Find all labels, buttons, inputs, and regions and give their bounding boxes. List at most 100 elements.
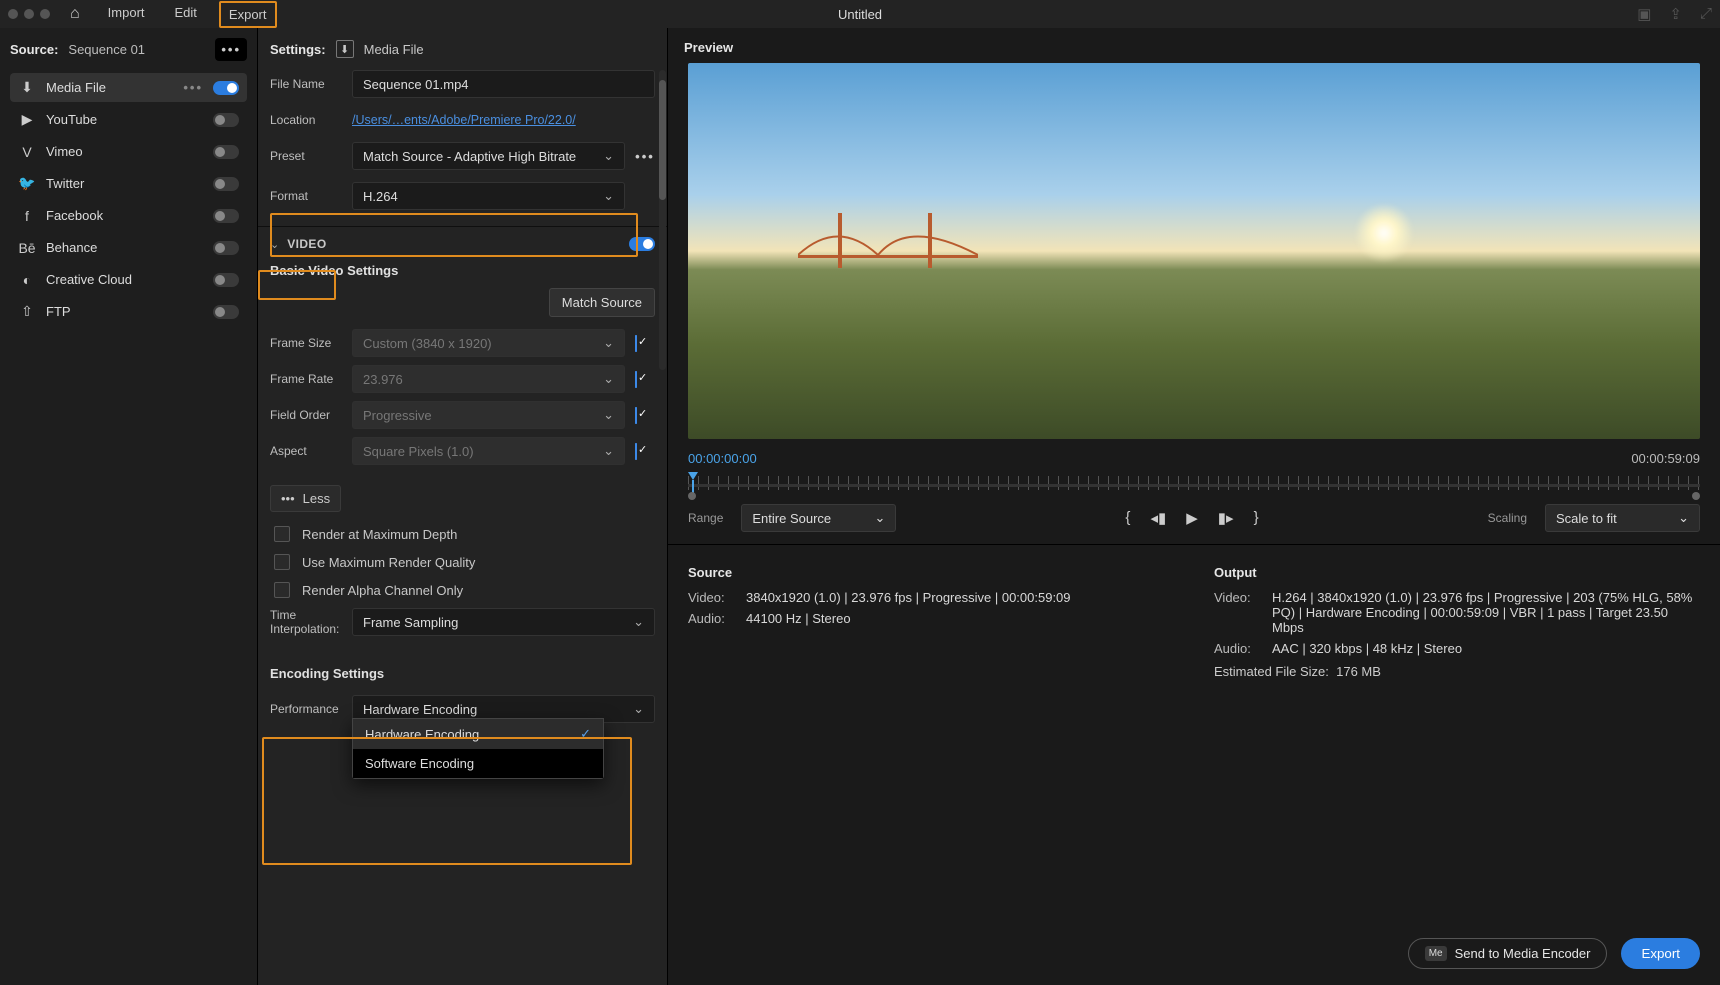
scaling-label: Scaling [1488, 511, 1527, 525]
chevron-down-icon[interactable]: ⌄ [270, 238, 279, 251]
source-video-label: Video: [688, 590, 738, 605]
destination-label: YouTube [46, 112, 203, 127]
framerate-select[interactable]: 23.976⌄ [352, 365, 625, 393]
behance-icon: Bē [18, 240, 36, 256]
twitter-icon: 🐦 [18, 175, 36, 192]
export-button[interactable]: Export [1621, 938, 1700, 969]
destination-ftp[interactable]: ⇧ FTP [10, 297, 247, 326]
mark-out-button[interactable]: } [1254, 509, 1259, 527]
destination-toggle[interactable] [213, 305, 239, 319]
render-max-depth-label: Render at Maximum Depth [302, 527, 457, 542]
destination-facebook[interactable]: f Facebook [10, 201, 247, 230]
play-button[interactable]: ▶ [1186, 509, 1198, 527]
source-name[interactable]: Sequence 01 [68, 42, 145, 57]
source-label: Source: [10, 42, 58, 57]
output-video-value: H.264 | 3840x1920 (1.0) | 23.976 fps | P… [1272, 590, 1700, 635]
destination-label: Twitter [46, 176, 203, 191]
framesize-match-checkbox[interactable] [635, 335, 637, 352]
destination-label: Vimeo [46, 144, 203, 159]
mark-in-button[interactable]: { [1125, 509, 1130, 527]
source-video-value: 3840x1920 (1.0) | 23.976 fps | Progressi… [746, 590, 1174, 605]
creativecloud-icon: ◐ [18, 272, 36, 288]
destination-toggle[interactable] [213, 145, 239, 159]
output-audio-value: AAC | 320 kbps | 48 kHz | Stereo [1272, 641, 1700, 656]
destination-vimeo[interactable]: V Vimeo [10, 137, 247, 166]
destination-creative-cloud[interactable]: ◐ Creative Cloud [10, 265, 247, 294]
video-section-header[interactable]: VIDEO [287, 237, 326, 251]
render-max-depth-checkbox[interactable] [274, 526, 290, 542]
fieldorder-select[interactable]: Progressive⌄ [352, 401, 625, 429]
range-select[interactable]: Entire Source⌄ [741, 504, 896, 532]
video-toggle[interactable] [629, 237, 655, 251]
destination-youtube[interactable]: ▶ YouTube [10, 105, 247, 134]
workspace-icon[interactable]: ▣ [1637, 5, 1651, 23]
timeline-ruler[interactable] [688, 470, 1700, 500]
step-back-button[interactable]: ◂▮ [1150, 509, 1166, 527]
step-forward-button[interactable]: ▮▸ [1218, 509, 1234, 527]
destination-media-file[interactable]: ⬇ Media File ••• [10, 73, 247, 102]
destination-label: Media File [46, 80, 173, 95]
settings-scrollbar[interactable] [659, 70, 666, 370]
performance-option-software[interactable]: Software Encoding [353, 749, 603, 778]
menu-import[interactable]: Import [100, 1, 153, 28]
framesize-label: Frame Size [270, 336, 342, 350]
time-interp-select[interactable]: Frame Sampling⌄ [352, 608, 655, 636]
fieldorder-match-checkbox[interactable] [635, 407, 637, 424]
less-button[interactable]: •••Less [270, 485, 341, 512]
destination-toggle[interactable] [213, 241, 239, 255]
preview-label: Preview [668, 28, 1720, 63]
output-video-label: Video: [1214, 590, 1264, 635]
framesize-select[interactable]: Custom (3840 x 1920)⌄ [352, 329, 625, 357]
aspect-select[interactable]: Square Pixels (1.0)⌄ [352, 437, 625, 465]
send-to-media-encoder-button[interactable]: MeSend to Media Encoder [1408, 938, 1608, 969]
estimated-size-label: Estimated File Size: [1214, 664, 1329, 679]
format-select[interactable]: H.264⌄ [352, 182, 625, 210]
performance-dropdown[interactable]: Hardware Encoding✓ Software Encoding [352, 718, 604, 779]
output-meta-header: Output [1214, 565, 1700, 580]
framerate-match-checkbox[interactable] [635, 371, 637, 388]
preset-more-button[interactable]: ••• [635, 149, 655, 164]
scaling-select[interactable]: Scale to fit⌄ [1545, 504, 1700, 532]
filename-input[interactable]: Sequence 01.mp4 [352, 70, 655, 98]
export-icon: ⬇ [336, 40, 354, 58]
ftp-icon: ⇧ [18, 303, 36, 320]
window-traffic-lights[interactable] [8, 9, 50, 19]
preset-label: Preset [270, 149, 342, 163]
timecode-out[interactable]: 00:00:59:09 [1631, 451, 1700, 466]
framerate-label: Frame Rate [270, 372, 342, 386]
range-label: Range [688, 511, 723, 525]
timecode-in[interactable]: 00:00:00:00 [688, 451, 757, 466]
preset-select[interactable]: Match Source - Adaptive High Bitrate⌄ [352, 142, 625, 170]
performance-option-hardware[interactable]: Hardware Encoding✓ [353, 719, 603, 749]
destination-label: Behance [46, 240, 203, 255]
destination-toggle[interactable] [213, 273, 239, 287]
home-icon[interactable]: ⌂ [70, 5, 80, 23]
export-icon: ⬇ [18, 79, 36, 96]
playhead[interactable] [688, 472, 698, 494]
destination-behance[interactable]: Bē Behance [10, 233, 247, 262]
menu-edit[interactable]: Edit [167, 1, 205, 28]
out-point-handle[interactable] [1692, 492, 1700, 500]
match-source-button[interactable]: Match Source [549, 288, 655, 317]
destination-twitter[interactable]: 🐦 Twitter [10, 169, 247, 198]
render-alpha-checkbox[interactable] [274, 582, 290, 598]
source-audio-label: Audio: [688, 611, 738, 626]
settings-destination-name: Media File [364, 42, 424, 57]
destination-toggle[interactable] [213, 177, 239, 191]
destination-toggle[interactable] [213, 209, 239, 223]
preview-viewport[interactable] [688, 63, 1700, 439]
share-icon[interactable]: ⇪ [1669, 5, 1682, 23]
location-link[interactable]: /Users/…ents/Adobe/Premiere Pro/22.0/ [352, 113, 576, 127]
use-max-quality-checkbox[interactable] [274, 554, 290, 570]
in-point-handle[interactable] [688, 492, 696, 500]
render-alpha-label: Render Alpha Channel Only [302, 583, 463, 598]
source-more-button[interactable]: ••• [215, 38, 247, 61]
destination-more-button[interactable]: ••• [183, 80, 203, 95]
source-meta-header: Source [688, 565, 1174, 580]
menu-export[interactable]: Export [219, 1, 277, 28]
destination-toggle[interactable] [213, 81, 239, 95]
destination-toggle[interactable] [213, 113, 239, 127]
aspect-match-checkbox[interactable] [635, 443, 637, 460]
fullscreen-icon[interactable]: ⤢ [1700, 5, 1712, 23]
filename-label: File Name [270, 77, 342, 91]
